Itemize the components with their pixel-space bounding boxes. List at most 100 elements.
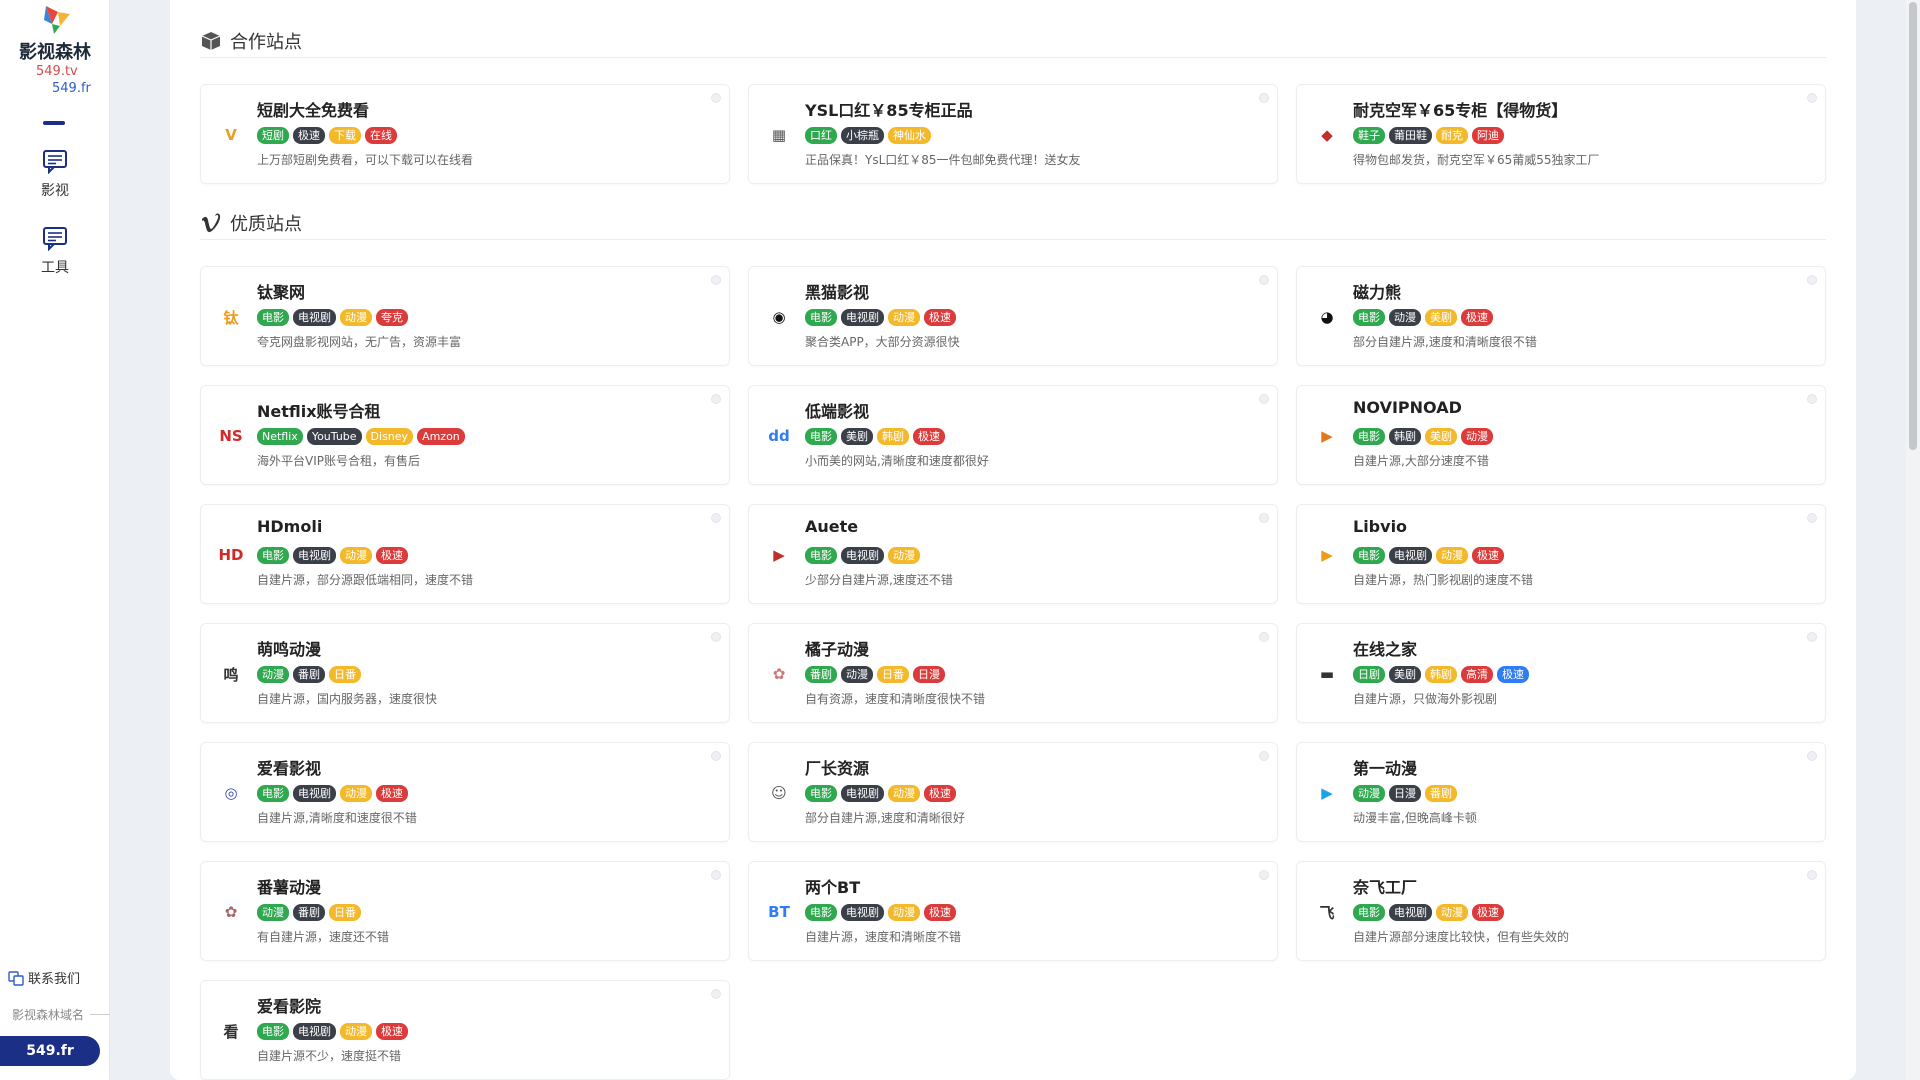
site-card[interactable]: 钛钛聚网 电影 电视剧 动漫 夸克 夸克网盘影视网站，无广告，资源丰富 [200, 266, 730, 366]
tag-badge: 电视剧 [293, 309, 336, 326]
scrollbar[interactable] [1906, 0, 1920, 1080]
tag-badge: 番剧 [293, 904, 325, 921]
site-title[interactable]: Auete [805, 517, 858, 536]
contact-us-link[interactable]: 联系我们 [8, 968, 80, 987]
tag-badge: 动漫 [257, 666, 289, 683]
site-card[interactable]: ▬ 在线之家 日剧 美剧 韩剧 高清 极速 自建片源，只做海外影视剧 [1296, 623, 1826, 723]
card-info-dot-icon[interactable] [1807, 870, 1817, 880]
site-card[interactable]: 鸣萌鸣动漫 动漫 番剧 日番 自建片源，国内服务器，速度很快 [200, 623, 730, 723]
tag-badge: 下载 [329, 127, 361, 144]
card-info-dot-icon[interactable] [1259, 870, 1269, 880]
card-info-dot-icon[interactable] [1259, 394, 1269, 404]
site-title[interactable]: 两个BT [805, 874, 860, 898]
site-card[interactable]: ✿ 橘子动漫 番剧 动漫 日番 日漫 自有资源，速度和清晰度很快不错 [748, 623, 1278, 723]
site-title[interactable]: 短剧大全免费看 [257, 97, 369, 121]
site-card[interactable]: ◎ 爱看影视 电影 电视剧 动漫 极速 自建片源,清晰度和速度很不错 [200, 742, 730, 842]
site-title[interactable]: NOVIPNOAD [1353, 398, 1462, 417]
card-info-dot-icon[interactable] [711, 394, 721, 404]
site-title[interactable]: 番薯动漫 [257, 874, 321, 898]
site-card[interactable]: ▦ YSL口红￥85专柜正品 口红 小棕瓶 神仙水 正品保真！YsL口红￥85一件包邮免费… [748, 84, 1278, 184]
site-title[interactable]: 钛聚网 [257, 279, 305, 303]
domain-pill-button[interactable]: 549.fr [0, 1036, 100, 1066]
tag-badge: Netflix [257, 428, 303, 445]
site-card[interactable]: 飞奈飞工厂 电影 电视剧 动漫 极速 自建片源部分速度比较快，但有些失效的 [1296, 861, 1826, 961]
card-info-dot-icon[interactable] [1807, 93, 1817, 103]
card-info-dot-icon[interactable] [711, 93, 721, 103]
site-card[interactable]: V 短剧大全免费看 短剧 极速 下载 在线 上万部短剧免费看，可以下载可以在线看 [200, 84, 730, 184]
site-title[interactable]: 低端影视 [805, 398, 869, 422]
site-title[interactable]: 萌鸣动漫 [257, 636, 321, 660]
card-info-dot-icon[interactable] [1807, 394, 1817, 404]
site-logo[interactable]: 影视森林 549.tv 549.fr [0, 0, 110, 110]
card-info-dot-icon[interactable] [1807, 275, 1817, 285]
card-info-dot-icon[interactable] [711, 275, 721, 285]
tag-list: 电影 电视剧 动漫 [805, 547, 920, 564]
site-card[interactable]: ✿ 番薯动漫 动漫 番剧 日番 有自建片源，速度还不错 [200, 861, 730, 961]
card-info-dot-icon[interactable] [711, 870, 721, 880]
site-title[interactable]: Libvio [1353, 517, 1407, 536]
site-title[interactable]: Netflix账号合租 [257, 398, 381, 422]
site-card[interactable]: ◆ 耐克空军￥65专柜【得物货】 鞋子 莆田鞋 耐克 阿迪 得物包邮发货，耐克空军￥65莆威… [1296, 84, 1826, 184]
tag-badge: 韩剧 [1389, 428, 1421, 445]
site-title[interactable]: 在线之家 [1353, 636, 1417, 660]
card-info-dot-icon[interactable] [711, 989, 721, 999]
contact-label: 联系我们 [28, 972, 81, 987]
tag-list: 电影 美剧 韩剧 极速 [805, 428, 945, 445]
site-card[interactable]: BT 两个BT 电影 电视剧 动漫 极速 自建片源，速度和清晰度不错 [748, 861, 1278, 961]
tag-badge: 莆田鞋 [1389, 127, 1432, 144]
card-info-dot-icon[interactable] [1259, 93, 1269, 103]
nav-item-movies[interactable]: 影视 [0, 148, 110, 208]
site-title[interactable]: YSL口红￥85专柜正品 [805, 97, 973, 121]
site-description: 自建片源，部分源跟低端相同，速度不错 [257, 573, 474, 587]
scrollbar-thumb[interactable] [1909, 2, 1917, 450]
site-logo-icon: 钛 [223, 308, 239, 327]
card-info-dot-icon[interactable] [711, 751, 721, 761]
site-title[interactable]: 奈飞工厂 [1353, 874, 1417, 898]
tag-list: 电影 电视剧 动漫 极速 [257, 1023, 408, 1040]
tag-badge: 番剧 [1425, 785, 1457, 802]
site-card[interactable]: HD HDmoli 电影 电视剧 动漫 极速 自建片源，部分源跟低端相同，速度不错 [200, 504, 730, 604]
site-title[interactable]: 厂长资源 [805, 755, 869, 779]
site-title[interactable]: 橘子动漫 [805, 636, 869, 660]
site-description: 部分自建片源,速度和清晰很好 [805, 811, 965, 825]
site-card[interactable]: NS Netflix账号合租 Netflix YouTube Disney Amzon 海外… [200, 385, 730, 485]
site-title[interactable]: 磁力熊 [1353, 279, 1401, 303]
card-info-dot-icon[interactable] [1807, 632, 1817, 642]
site-card[interactable]: ▶ Libvio 电影 电视剧 动漫 极速 自建片源，热门影视剧的速度不错 [1296, 504, 1826, 604]
site-logo-icon: 飞 [1319, 903, 1335, 922]
site-card[interactable]: dd 低端影视 电影 美剧 韩剧 极速 小而美的网站,清晰度和速度都很好 [748, 385, 1278, 485]
card-info-dot-icon[interactable] [1259, 513, 1269, 523]
site-card[interactable]: ◉ 黑猫影视 电影 电视剧 动漫 极速 聚合类APP，大部分资源很快 [748, 266, 1278, 366]
site-description: 有自建片源，速度还不错 [257, 930, 390, 944]
card-info-dot-icon[interactable] [1807, 751, 1817, 761]
logo-text: 影视森林 [19, 42, 91, 63]
tag-badge: Amzon [417, 428, 465, 445]
site-card[interactable]: ◕ 磁力熊 电影 动漫 美剧 极速 部分自建片源,速度和清晰度很不错 [1296, 266, 1826, 366]
site-logo-icon: ◕ [1320, 308, 1334, 326]
tag-list: 鞋子 莆田鞋 耐克 阿迪 [1353, 127, 1504, 144]
site-title[interactable]: 第一动漫 [1353, 755, 1417, 779]
tag-badge: 美剧 [1389, 666, 1421, 683]
site-title[interactable]: 耐克空军￥65专柜【得物货】 [1353, 97, 1567, 121]
site-card[interactable]: ▶ NOVIPNOAD 电影 韩剧 美剧 动漫 自建片源,大部分速度不错 [1296, 385, 1826, 485]
tag-badge: 动漫 [888, 547, 920, 564]
card-info-dot-icon[interactable] [1259, 751, 1269, 761]
tag-list: 电影 动漫 美剧 极速 [1353, 309, 1493, 326]
site-title[interactable]: 黑猫影视 [805, 279, 869, 303]
site-card[interactable]: ☺ 厂长资源 电影 电视剧 动漫 极速 部分自建片源,速度和清晰很好 [748, 742, 1278, 842]
site-card[interactable]: ▶ Auete 电影 电视剧 动漫 少部分自建片源,速度还不错 [748, 504, 1278, 604]
card-info-dot-icon[interactable] [1807, 513, 1817, 523]
site-card[interactable]: ▶ 第一动漫 动漫 日漫 番剧 动漫丰富,但晚高峰卡顿 [1296, 742, 1826, 842]
site-title[interactable]: 爱看影视 [257, 755, 321, 779]
card-info-dot-icon[interactable] [1259, 275, 1269, 285]
tag-list: Netflix YouTube Disney Amzon [257, 428, 465, 445]
site-description: 自建片源不少，速度挺不错 [257, 1049, 402, 1063]
card-info-dot-icon[interactable] [711, 632, 721, 642]
nav-item-tools[interactable]: 工具 [0, 225, 110, 285]
card-info-dot-icon[interactable] [711, 513, 721, 523]
site-title[interactable]: HDmoli [257, 517, 322, 536]
site-title[interactable]: 爱看影院 [257, 993, 321, 1017]
site-card[interactable]: 看爱看影院电影 电视剧 动漫 极速 自建片源不少，速度挺不错 [200, 980, 730, 1080]
card-info-dot-icon[interactable] [1259, 632, 1269, 642]
site-logo-icon: 看 [223, 1022, 239, 1041]
